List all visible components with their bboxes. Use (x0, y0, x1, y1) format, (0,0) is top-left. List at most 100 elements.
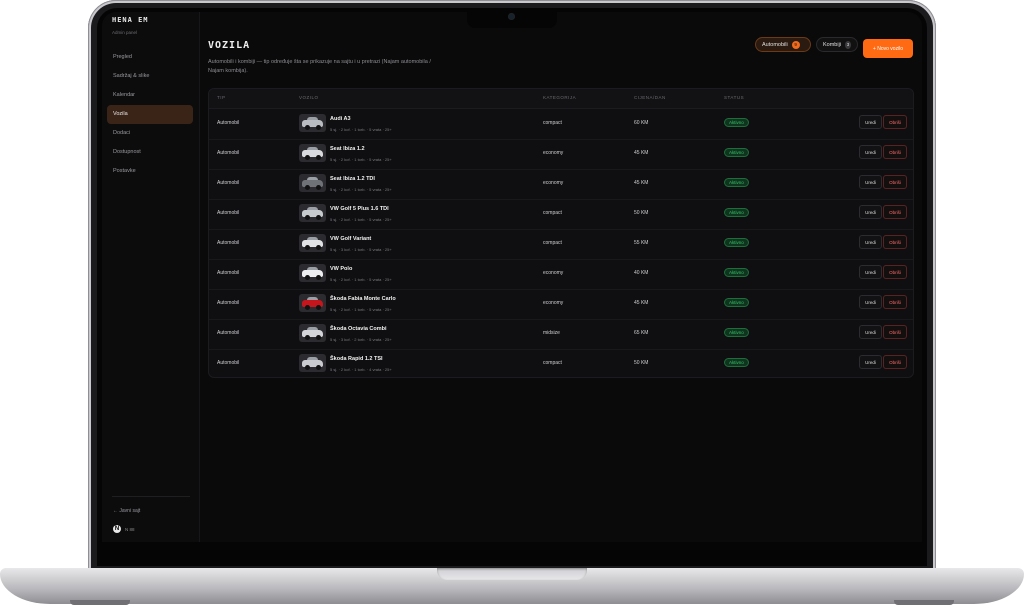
table-row: Automobil Seat Ibiza 1.2 TDI 5 sj. · 2 k… (209, 169, 913, 200)
row-type: Automobil (217, 300, 240, 306)
tab-kombiji[interactable]: Kombiji 3 (816, 37, 858, 52)
vehicle-name: VW Golf 5 Plus 1.6 TDI (330, 206, 389, 212)
edit-button[interactable]: Uredi (859, 115, 882, 129)
sidebar-item-kalendar[interactable]: Kalendar (107, 86, 193, 105)
public-site-link[interactable]: ← Javni sajt (113, 508, 140, 514)
row-type: Automobil (217, 210, 240, 216)
column-header-cijena: CIJENA/DAN (634, 95, 666, 100)
vehicles-table: TIP VOZILO KATEGORIJA CIJENA/DAN STATUS … (208, 88, 914, 378)
column-header-tip: TIP (217, 95, 226, 100)
user-badge[interactable]: N N 88 (113, 525, 135, 533)
delete-button[interactable]: Obriši (883, 235, 907, 249)
sidebar-item-postavke[interactable]: Postavke (107, 162, 193, 181)
camera-icon (508, 13, 515, 20)
status-badge: Aktivno (724, 208, 749, 217)
edit-button[interactable]: Uredi (859, 175, 882, 189)
page-description: Automobili i kombiji — tip određuje šta … (208, 59, 431, 74)
vehicle-specs: 5 sj. · 2 kof. · 1 torb. · 5 vrata · 25+ (330, 127, 392, 132)
vehicle-name: Škoda Rapid 1.2 TSI (330, 356, 383, 362)
vehicle-price: 45 KM (634, 300, 649, 306)
tab-kombiji-count: 3 (845, 40, 851, 49)
column-header-kategorija: KATEGORIJA (543, 95, 577, 100)
tab-kombiji-label: Kombiji (823, 41, 842, 48)
vehicle-name: VW Golf Variant (330, 236, 372, 242)
status-badge: Aktivno (724, 238, 749, 247)
row-type: Automobil (217, 180, 240, 186)
table-header: TIP VOZILO KATEGORIJA CIJENA/DAN STATUS (209, 89, 913, 109)
status-badge: Aktivno (724, 298, 749, 307)
table-row: Automobil Škoda Octavia Combi 5 sj. · 3 … (209, 319, 913, 350)
delete-button[interactable]: Obriši (883, 175, 907, 189)
table-row: Automobil Audi A3 5 sj. · 2 kof. · 1 tor… (209, 109, 913, 140)
delete-button[interactable]: Obriši (883, 205, 907, 219)
delete-button[interactable]: Obriši (883, 145, 907, 159)
tab-automobili[interactable]: Automobili 9 (755, 37, 811, 52)
vehicle-specs: 5 sj. · 2 kof. · 1 torb. · 4 vrata · 25+ (330, 367, 392, 372)
edit-button[interactable]: Uredi (859, 235, 882, 249)
vehicle-category: economy (543, 180, 564, 186)
table-row: Automobil VW Polo 5 sj. · 2 kof. · 1 tor… (209, 259, 913, 290)
car-thumbnail (299, 324, 326, 342)
delete-button[interactable]: Obriši (883, 265, 907, 279)
laptop-foot-left (70, 600, 130, 605)
vehicle-category: compact (543, 210, 562, 216)
page-title: VOZILA (208, 40, 251, 51)
vehicle-specs: 5 sj. · 2 kof. · 1 torb. · 5 vrata · 25+ (330, 307, 392, 312)
delete-button[interactable]: Obriši (883, 295, 907, 309)
brand-title: HENA EM (112, 16, 149, 24)
sidebar-item-pregled[interactable]: Pregled (107, 48, 193, 67)
car-thumbnail (299, 264, 326, 282)
vehicle-specs: 5 sj. · 2 kof. · 1 torb. · 5 vrata · 25+ (330, 187, 392, 192)
car-thumbnail (299, 174, 326, 192)
edit-button[interactable]: Uredi (859, 325, 882, 339)
sidebar-divider (112, 496, 190, 497)
edit-button[interactable]: Uredi (859, 145, 882, 159)
table-row: Automobil Škoda Rapid 1.2 TSI 5 sj. · 2 … (209, 349, 913, 377)
tab-automobili-count: 9 (791, 40, 800, 49)
row-type: Automobil (217, 240, 240, 246)
new-vehicle-button[interactable]: + Novo vozilo (863, 39, 913, 58)
row-type: Automobil (217, 150, 240, 156)
trackpad-notch (437, 568, 587, 580)
sidebar-item-vozila[interactable]: Vozila (107, 105, 193, 124)
avatar: N (113, 525, 121, 533)
row-type: Automobil (217, 120, 240, 126)
vehicle-price: 65 KM (634, 330, 649, 336)
vehicle-price: 50 KM (634, 210, 649, 216)
status-badge: Aktivno (724, 148, 749, 157)
vehicle-name: Audi A3 (330, 116, 351, 122)
vehicle-category: midsize (543, 330, 560, 336)
vehicle-name: VW Polo (330, 266, 353, 272)
sidebar-item-sadrzaj[interactable]: Sadržaj & slike (107, 67, 193, 86)
row-type: Automobil (217, 360, 240, 366)
status-badge: Aktivno (724, 118, 749, 127)
table-row: Automobil Škoda Fabia Monte Carlo 5 sj. … (209, 289, 913, 320)
vehicle-price: 40 KM (634, 270, 649, 276)
car-thumbnail (299, 354, 326, 372)
vehicle-category: economy (543, 270, 564, 276)
sidebar-item-dodaci[interactable]: Dodaci (107, 124, 193, 143)
edit-button[interactable]: Uredi (859, 205, 882, 219)
edit-button[interactable]: Uredi (859, 295, 882, 309)
vehicle-category: compact (543, 240, 562, 246)
column-header-vozilo: VOZILO (299, 95, 319, 100)
edit-button[interactable]: Uredi (859, 265, 882, 279)
status-badge: Aktivno (724, 358, 749, 367)
delete-button[interactable]: Obriši (883, 325, 907, 339)
vehicle-specs: 5 sj. · 2 kof. · 1 torb. · 5 vrata · 25+ (330, 217, 392, 222)
delete-button[interactable]: Obriši (883, 355, 907, 369)
app-screen: HENA EM Admin panel Pregled Sadržaj & sl… (102, 12, 922, 542)
sidebar: HENA EM Admin panel Pregled Sadržaj & sl… (102, 12, 200, 542)
status-badge: Aktivno (724, 178, 749, 187)
tab-automobili-label: Automobili (762, 41, 788, 48)
column-header-status: STATUS (724, 95, 745, 100)
vehicle-specs: 5 sj. · 2 kof. · 1 torb. · 5 vrata · 25+ (330, 277, 392, 282)
delete-button[interactable]: Obriši (883, 115, 907, 129)
table-row: Automobil VW Golf 5 Plus 1.6 TDI 5 sj. ·… (209, 199, 913, 230)
vehicle-category: compact (543, 120, 562, 126)
vehicle-category: compact (543, 360, 562, 366)
sidebar-item-dostupnost[interactable]: Dostupnost (107, 143, 193, 162)
car-thumbnail (299, 294, 326, 312)
edit-button[interactable]: Uredi (859, 355, 882, 369)
car-thumbnail (299, 114, 326, 132)
